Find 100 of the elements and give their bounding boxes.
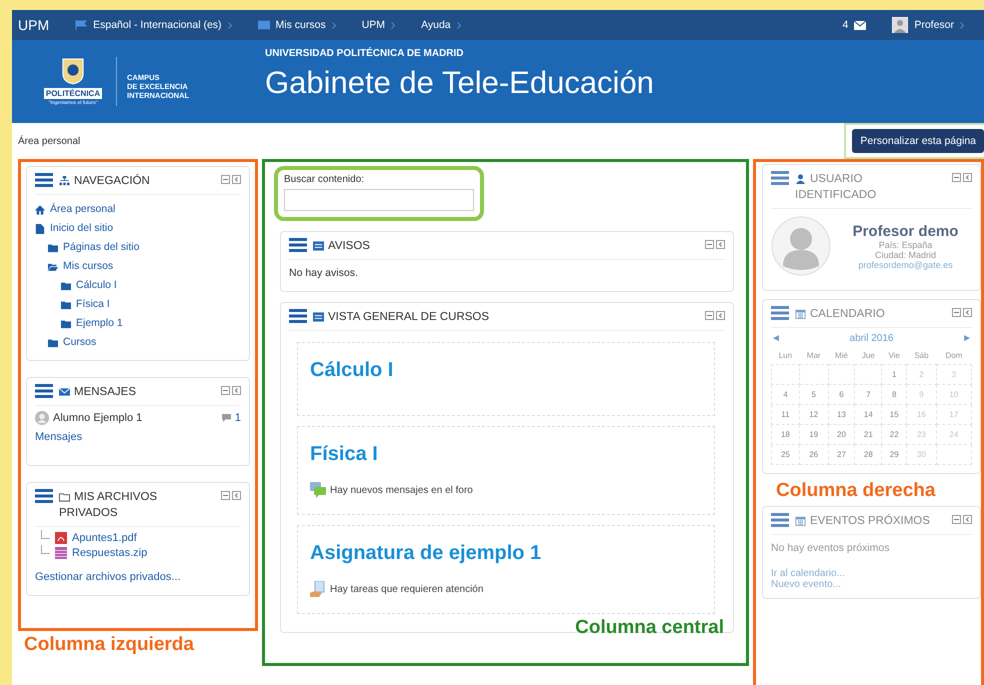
weekday-label: Dom <box>945 351 962 360</box>
folder-icon <box>48 338 58 348</box>
minimize-icon[interactable] <box>952 308 961 318</box>
day-number[interactable]: 5 <box>811 390 816 400</box>
customize-page-button[interactable]: Personalizar esta página <box>852 129 984 153</box>
day-number[interactable]: 26 <box>809 450 818 460</box>
day-number[interactable]: 4 <box>783 390 788 400</box>
dock-icon[interactable] <box>716 311 725 320</box>
pdf-file-icon <box>55 532 67 544</box>
nav-item[interactable]: Cálculo I <box>61 276 117 296</box>
day-number[interactable]: 25 <box>780 450 790 460</box>
dock-icon[interactable] <box>716 240 725 249</box>
email-link[interactable]: profesordemo@gate.es <box>858 260 953 270</box>
day-number[interactable]: 8 <box>892 390 896 400</box>
day-number[interactable]: 12 <box>809 410 818 420</box>
nav-item[interactable]: Páginas del sitio <box>48 238 140 258</box>
assignment-icon <box>310 581 326 598</box>
file-link[interactable]: Apuntes1.pdf <box>72 532 137 544</box>
course-title-link[interactable]: Asignatura de ejemplo 1 <box>310 542 702 566</box>
file-link[interactable]: Respuestas.zip <box>72 547 148 560</box>
day-number[interactable]: 21 <box>864 430 873 440</box>
crest-icon <box>61 57 85 85</box>
folder-icon <box>59 492 70 502</box>
nav-menu-item[interactable]: Mis cursos <box>258 19 336 31</box>
course-title-link[interactable]: Cálculo I <box>310 359 702 382</box>
menu-icon[interactable] <box>35 384 53 398</box>
minimize-icon[interactable] <box>705 240 714 249</box>
minimize-icon[interactable] <box>221 386 230 396</box>
dock-icon[interactable] <box>963 173 972 182</box>
day-number[interactable]: 7 <box>866 390 871 400</box>
dock-icon[interactable] <box>232 386 241 396</box>
minimize-icon[interactable] <box>952 515 961 524</box>
nav-menu-item[interactable]: Español - Internacional (es) <box>75 19 232 31</box>
nav-item[interactable]: Inicio del sitio <box>35 219 114 238</box>
site-brand-link[interactable]: UPM <box>18 17 50 33</box>
menu-icon[interactable] <box>289 309 307 324</box>
menu-icon[interactable] <box>771 171 789 185</box>
course-title-link[interactable]: Física I <box>310 443 702 466</box>
menu-icon[interactable] <box>35 489 53 504</box>
caret-icon <box>228 22 232 28</box>
day-number[interactable]: 15 <box>890 410 899 420</box>
previous-month-button[interactable]: ◄ <box>771 333 781 344</box>
caret-icon <box>332 22 336 28</box>
next-month-button[interactable]: ► <box>962 333 972 344</box>
messages-link[interactable]: Mensajes <box>35 431 241 444</box>
minimize-icon[interactable] <box>705 311 714 320</box>
manage-files-link[interactable]: Gestionar archivos privados... <box>35 571 241 584</box>
nav-item[interactable]: Cursos <box>48 333 96 352</box>
contact-name[interactable]: Alumno Ejemplo 1 <box>53 412 218 424</box>
nav-menu-item[interactable]: Ayuda <box>421 19 461 31</box>
search-field[interactable] <box>284 189 474 211</box>
open-folder-icon <box>48 262 58 272</box>
day-number[interactable]: 18 <box>780 430 790 440</box>
list-icon <box>313 312 324 322</box>
menu-icon[interactable] <box>35 173 53 187</box>
calendar-link[interactable]: Ir al calendario... <box>771 568 972 580</box>
day-number[interactable]: 28 <box>864 450 873 460</box>
nav-item[interactable]: Física I <box>61 295 110 314</box>
dock-icon[interactable] <box>963 308 972 318</box>
dock-icon[interactable] <box>232 491 241 500</box>
day-number[interactable]: 6 <box>839 390 844 400</box>
menu-icon[interactable] <box>771 513 789 528</box>
minimize-icon[interactable] <box>221 491 230 500</box>
nav-item[interactable]: Área personal <box>35 200 116 220</box>
calendar-icon <box>795 516 806 526</box>
notice-text: Hay nuevos mensajes en el foro <box>330 484 473 496</box>
nav-menu-item[interactable]: UPM <box>362 19 396 31</box>
block-title: MIS ARCHIVOS PRIVADOS <box>59 490 158 522</box>
list-icon <box>313 241 324 251</box>
message-count: 1 <box>234 412 241 424</box>
flag-icon <box>75 20 88 30</box>
nav-item[interactable]: Mis cursos <box>48 257 114 276</box>
day-number[interactable]: 19 <box>809 430 818 440</box>
messages-menu[interactable]: 4 <box>842 19 866 31</box>
avatar-icon <box>35 411 49 426</box>
user-menu[interactable]: Profesor <box>892 17 964 33</box>
day-number[interactable]: 22 <box>890 430 899 440</box>
minimize-icon[interactable] <box>952 173 961 182</box>
nav-item[interactable]: Ejemplo 1 <box>61 314 123 334</box>
user-detail: País: España <box>878 240 932 250</box>
menu-icon[interactable] <box>289 238 307 252</box>
comment-icon <box>222 414 231 422</box>
calendar-link[interactable]: Nuevo evento... <box>771 579 972 590</box>
chat-bubbles-icon <box>310 482 326 498</box>
logo-label: POLITÉCNICA <box>44 88 102 99</box>
day-number[interactable]: 20 <box>837 430 846 440</box>
dock-icon[interactable] <box>963 515 972 524</box>
day-number[interactable]: 29 <box>890 450 899 460</box>
menu-icon[interactable] <box>771 306 789 320</box>
caret-icon <box>391 22 396 28</box>
day-number[interactable]: 11 <box>781 410 790 420</box>
month-title[interactable]: abril 2016 <box>850 333 894 344</box>
day-number[interactable]: 14 <box>864 410 873 420</box>
day-number[interactable]: 27 <box>837 450 846 460</box>
minimize-icon[interactable] <box>221 175 230 184</box>
dock-icon[interactable] <box>232 175 241 184</box>
day-number[interactable]: 13 <box>837 410 846 420</box>
day-number[interactable]: 1 <box>892 370 896 380</box>
caret-icon <box>456 22 461 28</box>
breadcrumb-link[interactable]: Área personal <box>18 136 80 146</box>
